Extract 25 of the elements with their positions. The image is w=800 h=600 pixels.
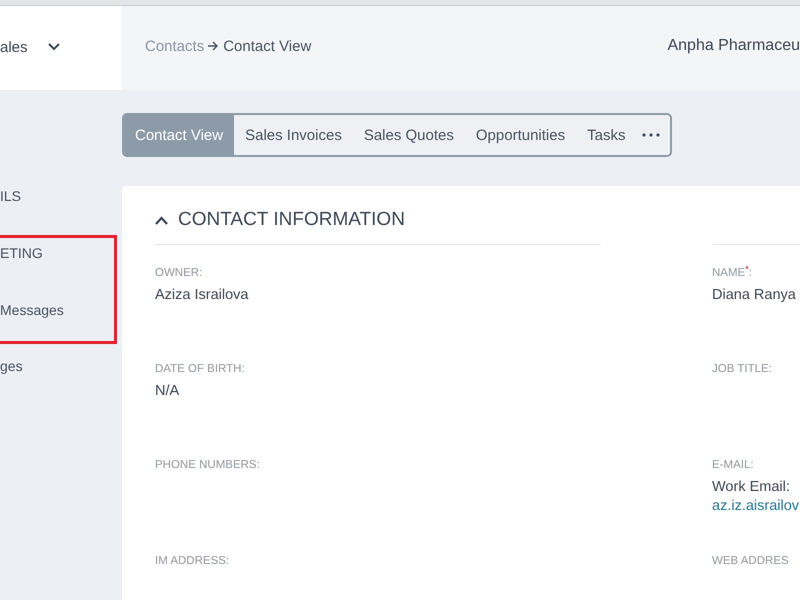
field-value: Work Email: [712,479,791,495]
field-label: PHONE NUMBERS: [155,459,261,471]
app-switcher[interactable]: ales [0,6,121,90]
chevron-down-icon [48,43,60,51]
section-title: CONTACT INFORMATION [178,209,405,231]
field-label: JOB TITLE: [712,363,773,375]
chevron-up-icon[interactable] [155,216,168,224]
field-label: IM ADDRESS: [155,555,230,567]
field-label: WEB ADDRES [712,555,790,567]
sidebar-item[interactable]: ges [0,358,23,374]
more-icon [642,133,660,137]
field-value: N/A [155,383,180,399]
company-name: Anpha Pharmaceu [667,37,800,55]
field-label: E-MAIL: [712,459,755,471]
arrow-right-icon [208,41,220,51]
field-label: OWNER: [155,267,204,279]
field-label: DATE OF BIRTH: [155,363,246,375]
breadcrumb-current: Contact View [223,38,312,54]
sidebar-item[interactable]: Messages [0,302,64,318]
email-link[interactable]: az.iz.aisrailov [712,498,800,514]
field-value: Diana Ranya [712,287,797,303]
field-label: NAME$^{*}$: [712,267,753,279]
sidebar-item[interactable]: ILS [0,188,22,204]
field-value: Aziza Israilova [155,287,250,303]
sidebar-item[interactable]: ETING [0,245,43,261]
